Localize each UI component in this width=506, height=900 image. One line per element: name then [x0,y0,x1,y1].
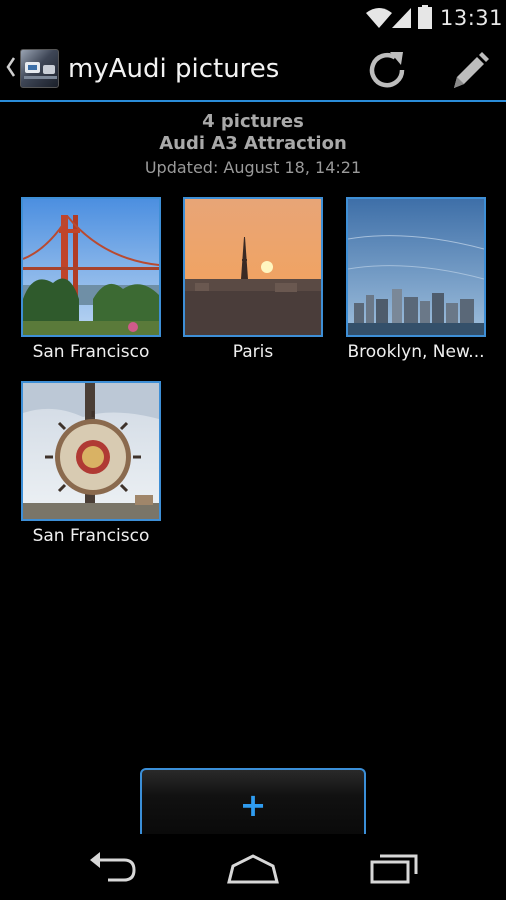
picture-thumbnail[interactable] [21,381,161,521]
picture-tile[interactable]: San Francisco [21,197,161,362]
signal-icon [392,8,411,28]
pencil-icon [454,52,489,88]
picture-tile[interactable]: Paris [183,197,323,362]
picture-thumbnail[interactable] [346,197,486,337]
back-button[interactable] [82,848,142,888]
home-icon [227,854,279,884]
wifi-icon [366,8,392,28]
picture-count: 4 pictures [202,111,304,132]
page-title: myAudi pictures [68,54,280,84]
app-logo[interactable] [20,49,59,88]
battery-icon [418,5,432,29]
picture-caption: San Francisco [32,526,150,546]
action-bar: myAudi pictures [0,36,506,102]
add-picture-button[interactable]: + [140,768,366,834]
edit-button[interactable] [444,48,492,92]
home-button[interactable] [223,848,283,888]
picture-caption: Paris [232,342,274,362]
clock: 13:31 [440,6,504,30]
picture-thumbnail[interactable] [21,197,161,337]
navigation-bar [0,834,506,900]
picture-tile[interactable]: San Francisco [21,381,161,546]
picture-tile[interactable]: Brooklyn, New... [346,197,486,362]
action-bar-divider [0,100,506,102]
status-bar: 13:31 [0,0,506,36]
refresh-icon [369,52,405,88]
recents-icon [370,854,418,884]
recents-button[interactable] [366,848,426,888]
up-caret-icon[interactable] [5,56,17,78]
back-icon [90,852,136,882]
album-info: 4 pictures Audi A3 Attraction Updated: A… [0,112,506,179]
car-model: Audi A3 Attraction [159,133,347,154]
picture-caption: Brooklyn, New... [347,342,485,362]
refresh-button[interactable] [364,48,412,92]
picture-caption: San Francisco [32,342,150,362]
picture-thumbnail[interactable] [183,197,323,337]
plus-icon: + [239,786,267,824]
updated-timestamp: Updated: August 18, 14:21 [144,158,362,177]
